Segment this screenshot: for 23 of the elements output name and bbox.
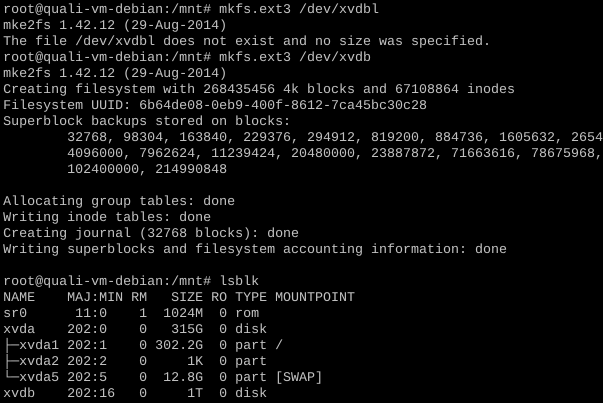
terminal-line: xvdb 202:16 0 1T 0 disk	[3, 387, 268, 402]
terminal-line: Allocating group tables: done	[3, 195, 236, 210]
terminal-line: Filesystem UUID: 6b64de08-0eb9-400f-8612-7ca45bc30c28	[3, 99, 428, 114]
terminal-line: Creating journal (32768 blocks): done	[3, 227, 300, 242]
terminal-line: mke2fs 1.42.12 (29-Aug-2014)	[3, 67, 228, 82]
terminal-line: mke2fs 1.42.12 (29-Aug-2014)	[3, 19, 228, 34]
terminal-line: └─xvda5 202:5 0 12.8G 0 part [SWAP]	[3, 371, 324, 386]
terminal-line: 4096000, 7962624, 11239424, 20480000, 23887872, 71663616, 78675968,	[66, 147, 603, 162]
terminal-line: ├─xvda1 202:1 0 302.2G 0 part /	[3, 339, 284, 354]
terminal-line: 102400000, 214990848	[66, 163, 228, 178]
terminal-line: Superblock backups stored on blocks:	[3, 115, 292, 130]
terminal-line: Writing superblocks and filesystem accounting information: done	[3, 243, 508, 258]
terminal-line: root@quali-vm-debian:/mnt# lsblk	[3, 275, 260, 290]
terminal-line: ├─xvda2 202:2 0 1K 0 part	[3, 355, 268, 370]
terminal-line: NAME MAJ:MIN RM SIZE RO TYPE MOUNTPOINT	[3, 291, 356, 306]
terminal-line: Writing inode tables: done	[3, 211, 212, 226]
terminal-line: 32768, 98304, 163840, 229376, 294912, 819200, 884736, 1605632, 2654	[66, 131, 603, 146]
terminal-line: The file /dev/xvdbl does not exist and no size was specified.	[3, 35, 492, 50]
terminal-line: Creating filesystem with 268435456 4k blocks and 67108864 inodes	[3, 83, 516, 98]
terminal-line: xvda 202:0 0 315G 0 disk	[3, 323, 268, 338]
terminal-line: root@quali-vm-debian:/mnt# mkfs.ext3 /dev/xvdb	[3, 51, 372, 66]
terminal-line: root@quali-vm-debian:/mnt# mkfs.ext3 /dev/xvdbl	[3, 3, 380, 18]
terminal-line: sr0 11:0 1 1024M 0 rom	[3, 307, 260, 322]
